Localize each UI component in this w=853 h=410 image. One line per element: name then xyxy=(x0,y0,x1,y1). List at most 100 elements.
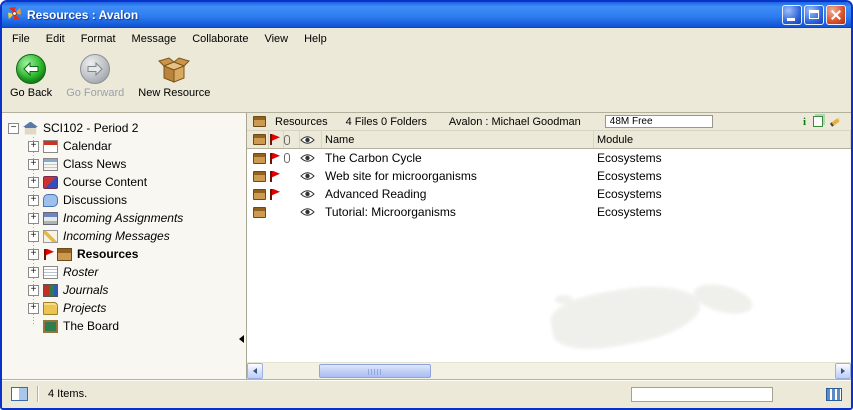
scroll-left-button[interactable] xyxy=(247,363,263,379)
split-view-icon[interactable] xyxy=(11,387,28,401)
resources-box-icon xyxy=(57,248,72,261)
close-button[interactable] xyxy=(826,5,846,25)
info-icon[interactable] xyxy=(803,116,806,128)
tree-item-discussions[interactable]: Discussions xyxy=(8,191,246,209)
expand-icon[interactable] xyxy=(28,285,39,296)
eye-icon[interactable] xyxy=(300,171,315,181)
tree-item-label: Course Content xyxy=(62,175,147,189)
menu-help[interactable]: Help xyxy=(296,30,335,48)
menubar: File Edit Format Message Collaborate Vie… xyxy=(2,28,851,50)
expand-icon[interactable] xyxy=(28,177,39,188)
scrollbar-thumb[interactable] xyxy=(319,364,431,378)
list-row[interactable]: Tutorial: Microorganisms Ecosystems xyxy=(247,203,851,221)
main-area: SCI102 - Period 2 Calendar Class News Co… xyxy=(2,113,851,379)
column-header-row: Name Module xyxy=(247,131,851,149)
tree-item-class-news[interactable]: Class News xyxy=(8,155,246,173)
attachment-column-icon[interactable] xyxy=(284,135,290,145)
minimize-button[interactable] xyxy=(782,5,802,25)
titlebar[interactable]: Resources : Avalon xyxy=(2,2,851,28)
expand-icon[interactable] xyxy=(28,213,39,224)
tree-item-label: Journals xyxy=(62,283,108,297)
eye-icon[interactable] xyxy=(300,207,315,217)
item-module: Ecosystems xyxy=(594,187,851,201)
tree-item-incoming-messages[interactable]: Incoming Messages xyxy=(8,227,246,245)
document-box-icon xyxy=(253,207,266,218)
items-count-label: 4 Items. xyxy=(48,388,87,400)
go-forward-button[interactable]: Go Forward xyxy=(66,54,124,99)
expand-icon[interactable] xyxy=(28,159,39,170)
maximize-button[interactable] xyxy=(804,5,824,25)
new-resource-box-icon xyxy=(157,54,191,84)
tree-item-journals[interactable]: Journals xyxy=(8,281,246,299)
collapse-icon[interactable] xyxy=(8,123,19,134)
menu-message[interactable]: Message xyxy=(124,30,185,48)
eye-icon[interactable] xyxy=(300,189,315,199)
tree-item-course-content[interactable]: Course Content xyxy=(8,173,246,191)
course-content-icon xyxy=(43,176,58,189)
tree-item-calendar[interactable]: Calendar xyxy=(8,137,246,155)
tree-item-resources[interactable]: Resources xyxy=(8,245,246,263)
resource-list-panel: Resources 4 Files 0 Folders Avalon : Mic… xyxy=(247,113,851,379)
resources-box-icon xyxy=(253,116,266,127)
flag-icon xyxy=(269,153,279,164)
menu-view[interactable]: View xyxy=(256,30,296,48)
new-resource-button[interactable]: New Resource xyxy=(138,54,210,99)
assignments-icon xyxy=(43,212,58,225)
scroll-right-button[interactable] xyxy=(835,363,851,379)
module-column-header[interactable]: Module xyxy=(594,131,851,148)
tree-item-the-board[interactable]: The Board xyxy=(8,317,246,335)
flag-icon xyxy=(269,189,279,200)
tree-item-label: Incoming Messages xyxy=(62,229,170,243)
document-box-icon xyxy=(253,153,266,164)
eye-icon[interactable] xyxy=(300,153,315,163)
expand-icon[interactable] xyxy=(28,249,39,260)
application-window: Resources : Avalon File Edit Format Mess… xyxy=(0,0,853,410)
pages-icon[interactable] xyxy=(813,116,823,127)
expand-icon[interactable] xyxy=(28,141,39,152)
expand-icon[interactable] xyxy=(28,195,39,206)
list-row[interactable]: The Carbon Cycle Ecosystems xyxy=(247,149,851,167)
item-name[interactable]: Tutorial: Microorganisms xyxy=(322,205,594,219)
board-icon xyxy=(43,320,58,333)
item-type-column-icon[interactable] xyxy=(253,134,266,145)
flag-column-icon[interactable] xyxy=(269,134,279,145)
tree-item-label: Discussions xyxy=(62,193,127,207)
item-name[interactable]: Advanced Reading xyxy=(322,187,594,201)
toolbar: Go Back Go Forward New Resource xyxy=(2,50,851,113)
scroll-left-icon xyxy=(253,368,257,374)
tree-item-incoming-assignments[interactable]: Incoming Assignments xyxy=(8,209,246,227)
list-row[interactable]: Web site for microorganisms Ecosystems xyxy=(247,167,851,185)
document-box-icon xyxy=(253,189,266,200)
expand-icon[interactable] xyxy=(28,231,39,242)
document-box-icon xyxy=(253,171,266,182)
edit-pencil-icon[interactable] xyxy=(830,117,841,127)
tree-item-roster[interactable]: Roster xyxy=(8,263,246,281)
item-module: Ecosystems xyxy=(594,151,851,165)
list-row[interactable]: Advanced Reading Ecosystems xyxy=(247,185,851,203)
item-name[interactable]: Web site for microorganisms xyxy=(322,169,594,183)
expand-icon[interactable] xyxy=(28,303,39,314)
expand-icon[interactable] xyxy=(28,267,39,278)
grid-view-icon[interactable] xyxy=(826,388,842,401)
menu-edit[interactable]: Edit xyxy=(38,30,73,48)
menu-format[interactable]: Format xyxy=(73,30,124,48)
name-column-header[interactable]: Name xyxy=(322,131,594,148)
file-folder-counts: 4 Files 0 Folders xyxy=(346,116,427,128)
tree-item-label: Incoming Assignments xyxy=(62,211,183,225)
list-header-icons xyxy=(803,116,845,128)
horizontal-scrollbar[interactable] xyxy=(247,362,851,379)
free-space-indicator: 48M Free xyxy=(605,115,713,128)
minimize-icon xyxy=(787,18,795,21)
go-back-label: Go Back xyxy=(10,87,52,99)
menu-file[interactable]: File xyxy=(4,30,38,48)
tree-root[interactable]: SCI102 - Period 2 xyxy=(8,119,246,137)
go-back-button[interactable]: Go Back xyxy=(10,54,52,99)
item-name[interactable]: The Carbon Cycle xyxy=(322,151,594,165)
status-divider xyxy=(37,386,39,402)
item-module: Ecosystems xyxy=(594,205,851,219)
list-title: Resources xyxy=(275,116,328,128)
panel-collapse-arrow-icon[interactable] xyxy=(239,335,244,343)
visibility-column-icon[interactable] xyxy=(300,135,315,145)
tree-item-projects[interactable]: Projects xyxy=(8,299,246,317)
menu-collaborate[interactable]: Collaborate xyxy=(184,30,256,48)
